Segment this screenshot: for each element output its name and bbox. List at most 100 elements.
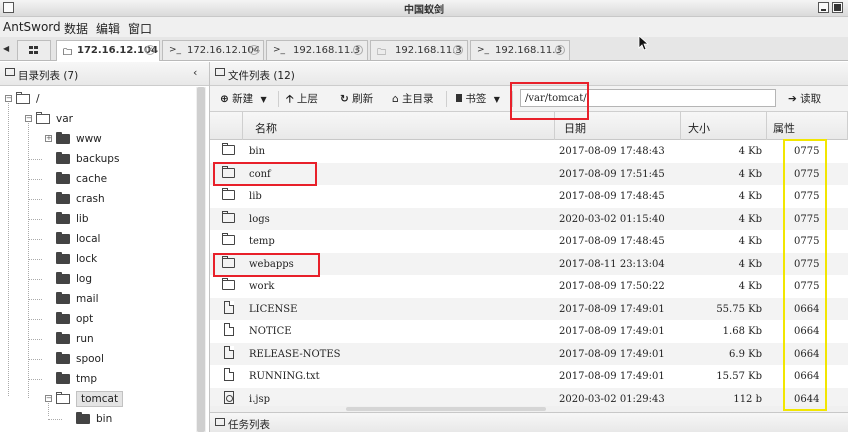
- tab-grid-home[interactable]: [17, 40, 51, 60]
- file-row[interactable]: LICENSE 2017-08-09 17:49:01 55.75 Kb 0664: [210, 297, 848, 320]
- file-row[interactable]: NOTICE 2017-08-09 17:49:01 1.68 Kb 0664: [210, 320, 848, 343]
- file-toolbar: ⊕ 新建 ▼ 🡡 上层 ↻ 刷新 ⌂ 主目录 书签 ▼ ➔ 读取: [210, 86, 848, 112]
- file-icon: [224, 345, 234, 359]
- folder-icon: [56, 232, 70, 244]
- file-row[interactable]: webapps 2017-08-11 23:13:04 4 Kb 0775: [210, 252, 848, 275]
- file-date: 2020-03-02 01:15:40: [559, 213, 665, 225]
- column-size[interactable]: 大小: [688, 120, 710, 136]
- file-row[interactable]: RELEASE-NOTES 2017-08-09 17:49:01 6.9 Kb 06…: [210, 342, 848, 365]
- close-tab-icon[interactable]: ✕: [555, 45, 565, 55]
- chevron-down-icon: ▼: [493, 95, 500, 104]
- file-size: 4 Kb: [738, 191, 762, 202]
- column-date[interactable]: 日期: [564, 120, 586, 136]
- menu-data[interactable]: 数据: [64, 20, 88, 37]
- folder-icon: [56, 132, 70, 144]
- folder-icon: [56, 312, 70, 324]
- tab-192-168-11-3-terminal-2[interactable]: >_ 192.168.11.3 ✕: [470, 40, 570, 60]
- task-panel-title[interactable]: 任务列表: [228, 417, 270, 432]
- file-name: i.jsp: [249, 393, 271, 405]
- folder-icon: [56, 332, 70, 344]
- tab-172-16-12-104-terminal[interactable]: >_ 172.16.12.104 ✕: [162, 40, 264, 60]
- folder-icon: [56, 272, 70, 284]
- tab-172-16-12-104-active[interactable]: 🗀 172.16.12.104 ✕: [56, 40, 160, 61]
- tree-item-cache[interactable]: cache: [0, 169, 195, 189]
- close-button[interactable]: [832, 2, 843, 13]
- read-button[interactable]: ➔ 读取: [788, 91, 821, 106]
- tree-item-backups[interactable]: backups: [0, 149, 195, 169]
- terminal-icon: >_: [477, 45, 490, 55]
- close-tab-icon[interactable]: ✕: [453, 45, 463, 55]
- column-name[interactable]: 名称: [255, 120, 277, 136]
- tree-item-bin[interactable]: bin: [0, 409, 195, 429]
- tree-item-local[interactable]: local: [0, 229, 195, 249]
- close-tab-icon[interactable]: ✕: [249, 45, 259, 55]
- tree-item-var[interactable]: − var: [0, 109, 195, 129]
- file-row[interactable]: logs 2020-03-02 01:15:40 4 Kb 0775: [210, 207, 848, 230]
- file-size: 4 Kb: [738, 281, 762, 292]
- file-row[interactable]: RUNNING.txt 2017-08-09 17:49:01 15.57 Kb 06…: [210, 365, 848, 388]
- file-size: 4 Kb: [738, 236, 762, 247]
- file-row[interactable]: work 2017-08-09 17:50:22 4 Kb 0775: [210, 275, 848, 298]
- tree-item-spool[interactable]: spool: [0, 349, 195, 369]
- expand-icon[interactable]: +: [45, 135, 52, 142]
- menu-antsword[interactable]: AntSword: [3, 20, 61, 34]
- tab-192-168-11-3-files[interactable]: 🗀 192.168.11.3 ✕: [370, 40, 468, 60]
- menu-window[interactable]: 窗口: [128, 20, 152, 37]
- bookmark-icon: [456, 94, 462, 102]
- folder-icon: [222, 165, 235, 178]
- window-title-bar: 中国蚁剑: [0, 0, 848, 17]
- column-permissions[interactable]: 属性: [773, 120, 795, 136]
- tree-item-tomcat[interactable]: − tomcat: [0, 389, 195, 409]
- folder-icon: [56, 372, 70, 384]
- close-tab-icon[interactable]: ✕: [145, 45, 155, 55]
- file-permissions: 0664: [794, 303, 820, 315]
- menu-edit[interactable]: 编辑: [96, 20, 120, 37]
- collapse-icon[interactable]: −: [5, 95, 12, 102]
- file-row[interactable]: temp 2017-08-09 17:48:45 4 Kb 0775: [210, 230, 848, 253]
- directory-scrollbar[interactable]: [196, 87, 206, 432]
- collapse-icon[interactable]: −: [25, 115, 32, 122]
- file-icon: [224, 323, 234, 336]
- tree-item-lock[interactable]: lock: [0, 249, 195, 269]
- tree-item-lib[interactable]: lib: [0, 209, 195, 229]
- file-row[interactable]: bin 2017-08-09 17:48:43 4 Kb 0775: [210, 140, 848, 163]
- tree-item-mail[interactable]: mail: [0, 289, 195, 309]
- file-name: logs: [249, 213, 270, 225]
- tree-item-run[interactable]: run: [0, 329, 195, 349]
- tree-item-label: cache: [76, 173, 108, 185]
- home-icon: ⌂: [392, 93, 399, 105]
- tree-item-crash[interactable]: crash: [0, 189, 195, 209]
- bookmark-button[interactable]: 书签 ▼: [456, 91, 500, 106]
- up-level-button[interactable]: 🡡 上层: [286, 91, 318, 109]
- arrow-right-icon: ➔: [788, 93, 797, 105]
- file-row[interactable]: conf 2017-08-09 17:51:45 4 Kb 0775: [210, 162, 848, 185]
- directory-panel-header: 目录列表 (7) ‹: [0, 62, 209, 86]
- home-dir-button[interactable]: ⌂ 主目录: [392, 91, 434, 106]
- file-row[interactable]: lib 2017-08-09 17:48:45 4 Kb 0775: [210, 185, 848, 208]
- minimize-button[interactable]: [818, 2, 829, 13]
- tree-item-[interactable]: − /: [0, 89, 195, 109]
- tab-scroll-left-icon[interactable]: ◀: [3, 44, 9, 53]
- tree-item-label: /: [36, 93, 40, 105]
- tree-item-tmp[interactable]: tmp: [0, 369, 195, 389]
- folder-icon: [222, 143, 235, 155]
- collapse-panel-icon[interactable]: ‹: [193, 66, 197, 79]
- new-button[interactable]: ⊕ 新建 ▼: [220, 91, 267, 106]
- tree-item-label: opt: [76, 313, 94, 325]
- file-name: temp: [249, 236, 275, 247]
- tree-item-www[interactable]: + www: [0, 129, 195, 149]
- tree-item-label: lock: [76, 253, 98, 265]
- file-row[interactable]: i.jsp 2020-03-02 01:29:43 112 b 0644: [210, 387, 848, 408]
- close-tab-icon[interactable]: ✕: [353, 45, 363, 55]
- tree-item-opt[interactable]: opt: [0, 309, 195, 329]
- file-date: 2017-08-09 17:48:43: [559, 146, 665, 157]
- refresh-button[interactable]: ↻ 刷新: [340, 91, 373, 106]
- folder-icon: [56, 252, 70, 264]
- tree-item-log[interactable]: log: [0, 269, 195, 289]
- collapse-icon[interactable]: −: [45, 395, 52, 402]
- refresh-icon: ↻: [340, 93, 349, 105]
- path-input[interactable]: [520, 89, 776, 107]
- tab-192-168-11-3-terminal[interactable]: >_ 192.168.11.3 ✕: [266, 40, 368, 60]
- file-permissions: 0775: [794, 281, 820, 292]
- menu-bar: AntSword 数据 编辑 窗口: [0, 17, 848, 37]
